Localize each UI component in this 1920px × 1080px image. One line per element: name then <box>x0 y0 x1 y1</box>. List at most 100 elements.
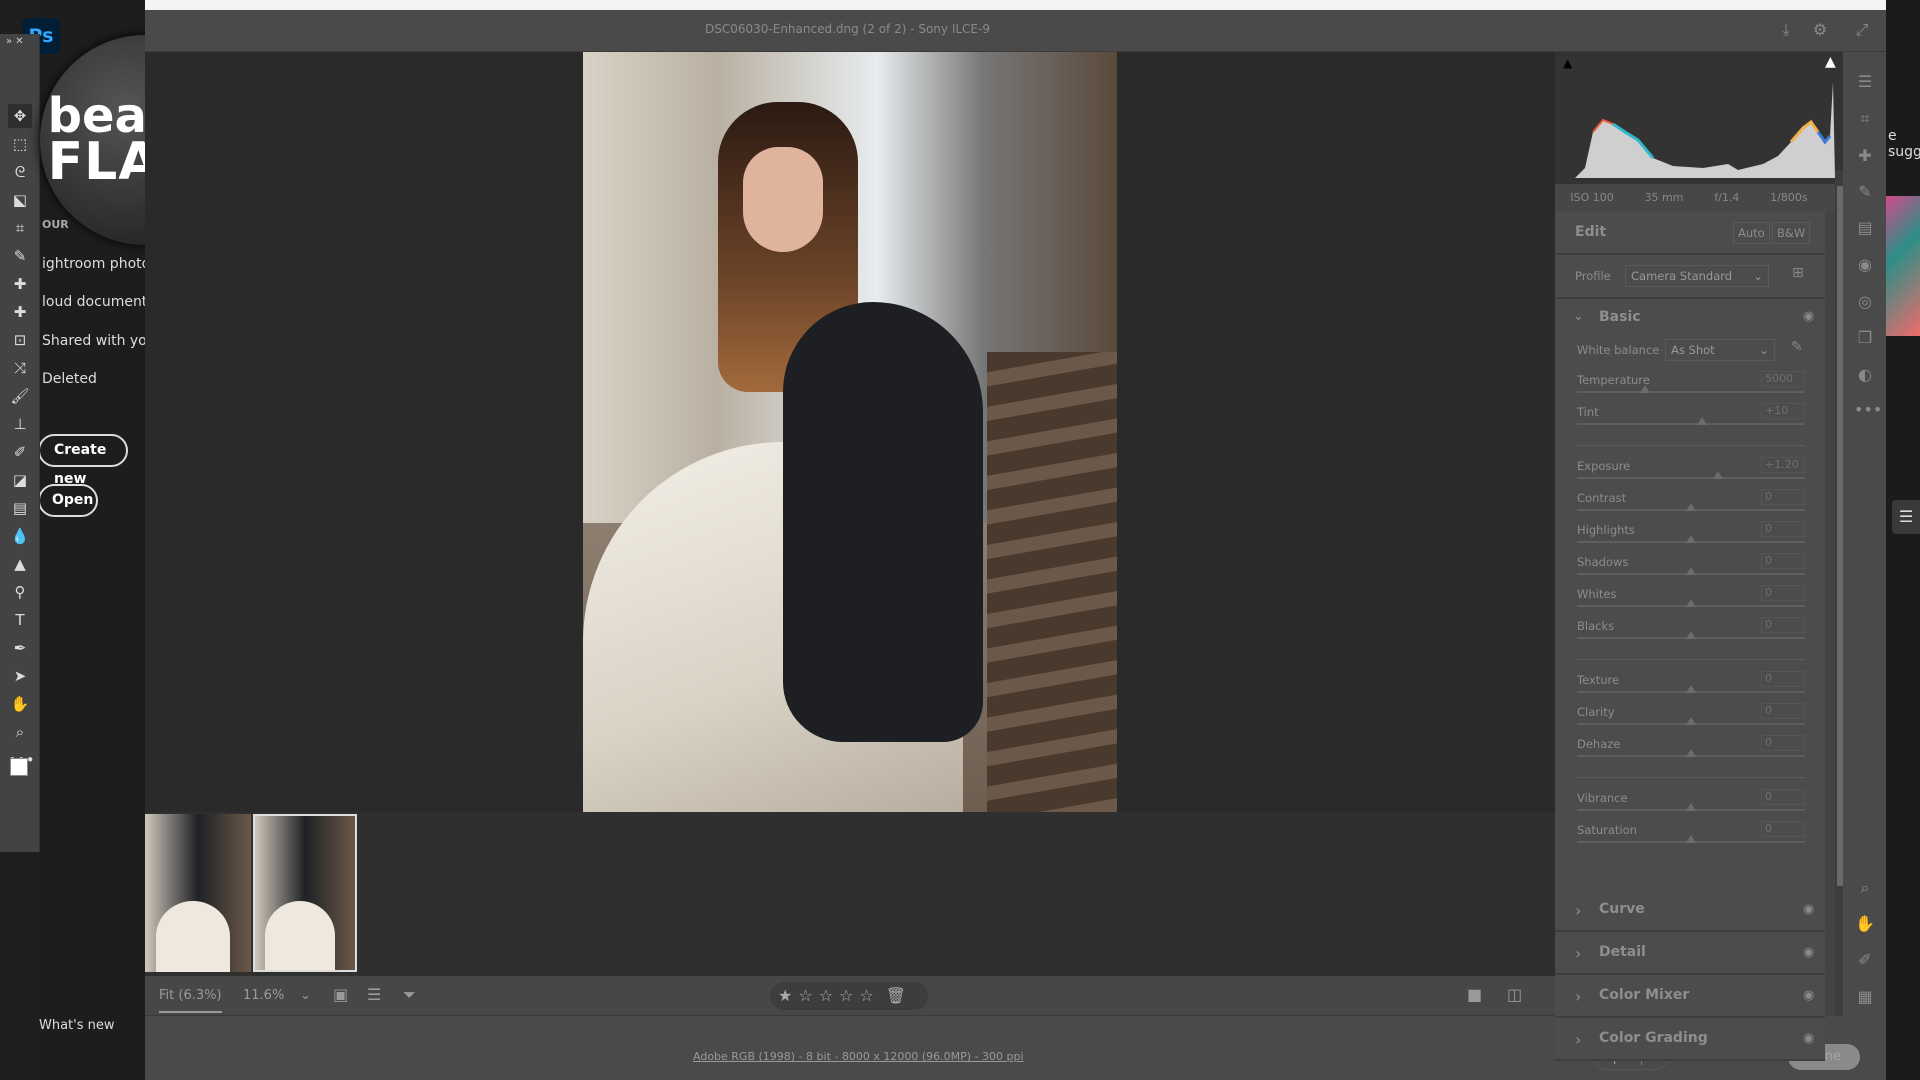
eye-icon[interactable]: ◉ <box>1803 309 1814 324</box>
slider-value-input[interactable]: +10 <box>1761 403 1805 419</box>
more-icon[interactable]: ••• <box>1854 400 1882 422</box>
blur-icon[interactable]: 💧 <box>8 524 32 548</box>
nav-lightroom-photos[interactable]: ightroom photos <box>42 256 157 272</box>
filter-icon[interactable]: ⏷ <box>403 985 416 1005</box>
chevron-down-icon[interactable]: ⌄ <box>1573 309 1584 324</box>
slider-value-input[interactable]: 0 <box>1761 585 1805 601</box>
section-title[interactable]: Color Grading <box>1599 1030 1708 1046</box>
zoom-icon[interactable]: ⌕ <box>1854 878 1876 900</box>
slider-value-input[interactable]: 5000 <box>1761 371 1805 387</box>
object-select-icon[interactable]: ⬕ <box>8 188 32 212</box>
zoom-level[interactable]: 11.6% <box>243 988 284 1003</box>
slider-value-input[interactable]: 0 <box>1761 553 1805 569</box>
lasso-icon[interactable]: ᘓ <box>8 160 32 184</box>
slider-value-input[interactable]: 0 <box>1761 703 1805 719</box>
hand-icon[interactable]: ✋ <box>8 692 32 716</box>
slider-thumb[interactable] <box>1686 717 1696 725</box>
eye-icon[interactable]: ◉ <box>1803 902 1814 917</box>
rating-star-icon[interactable]: ☆ <box>859 986 873 1005</box>
eyedropper-icon[interactable]: ✎ <box>1791 339 1803 355</box>
open-button[interactable]: Open <box>38 484 98 517</box>
eyedropper-icon[interactable]: ✎ <box>8 244 32 268</box>
marquee-icon[interactable]: ⬚ <box>8 132 32 156</box>
dodge-icon[interactable]: ⚲ <box>8 580 32 604</box>
slider-value-input[interactable]: 0 <box>1761 789 1805 805</box>
slider-thumb[interactable] <box>1686 749 1696 757</box>
filmstrip-thumbnail[interactable] <box>145 814 251 972</box>
nav-cloud-documents[interactable]: loud documents <box>42 294 155 310</box>
brush-icon[interactable]: 🖌 <box>8 384 32 408</box>
eye-icon[interactable]: ◉ <box>1803 945 1814 960</box>
content-move-icon[interactable]: ⤨ <box>8 356 32 380</box>
nav-deleted[interactable]: Deleted <box>42 371 97 387</box>
create-new-button[interactable]: Create new <box>38 434 128 487</box>
color-sampler-icon[interactable]: ✐ <box>1854 950 1876 972</box>
slider-thumb[interactable] <box>1686 599 1696 607</box>
fit-zoom-button[interactable]: Fit (6.3%) <box>159 988 222 1013</box>
grid-icon[interactable]: ▦ <box>1854 987 1876 1009</box>
red-eye-icon[interactable]: ◎ <box>1854 292 1876 314</box>
section-color-mixer[interactable]: › Color Mixer ◉ <box>1555 975 1825 1018</box>
slider-thumb[interactable] <box>1713 471 1724 479</box>
filmstrip-thumbnail-selected[interactable] <box>253 814 357 972</box>
slider-thumb[interactable] <box>1640 385 1651 393</box>
basic-title[interactable]: Basic <box>1599 309 1641 325</box>
slider-thumb[interactable] <box>1686 503 1696 511</box>
sharpen-icon[interactable]: ▲ <box>8 552 32 576</box>
save-icon[interactable]: ⤓ <box>1775 20 1797 42</box>
bw-button[interactable]: B&W <box>1772 222 1811 244</box>
slider-thumb[interactable] <box>1686 631 1696 639</box>
healing-icon[interactable]: ✚ <box>1854 146 1876 168</box>
slider-thumb[interactable] <box>1686 567 1696 575</box>
chevron-down-icon[interactable]: ⌄ <box>300 988 311 1003</box>
crop-icon[interactable]: ⌗ <box>1854 109 1876 131</box>
rating-star-icon[interactable]: ☆ <box>798 986 812 1005</box>
eraser-icon[interactable]: ◪ <box>8 468 32 492</box>
chevron-right-icon[interactable]: › <box>1575 944 1581 963</box>
chevron-right-icon[interactable]: › <box>1575 1030 1581 1049</box>
workflow-options-link[interactable]: Adobe RGB (1998) - 8 bit - 8000 x 12000 … <box>693 1050 1024 1063</box>
single-view-icon[interactable]: ■ <box>1467 985 1482 1004</box>
hand-icon[interactable]: ✋ <box>1854 914 1876 936</box>
snapshots-icon[interactable]: ❐ <box>1854 328 1876 350</box>
slider-value-input[interactable]: 0 <box>1761 617 1805 633</box>
slider-thumb[interactable] <box>1686 685 1696 693</box>
sort-icon[interactable]: ☰ <box>367 985 381 1004</box>
section-title[interactable]: Detail <box>1599 944 1646 960</box>
slider-thumb[interactable] <box>1686 535 1696 543</box>
presets-icon[interactable]: ◐ <box>1854 365 1876 387</box>
section-color-grading[interactable]: › Color Grading ◉ <box>1555 1018 1825 1061</box>
collapse-icon[interactable]: » ✕ <box>6 36 24 47</box>
pen-icon[interactable]: ✒ <box>8 636 32 660</box>
slider-thumb[interactable] <box>1686 835 1696 843</box>
gear-icon[interactable]: ⚙ <box>1809 20 1831 42</box>
profile-select[interactable]: Camera Standard ⌄ <box>1625 265 1769 287</box>
section-detail[interactable]: › Detail ◉ <box>1555 932 1825 975</box>
profile-browser-icon[interactable]: ⊞ <box>1792 265 1804 281</box>
type-icon[interactable]: T <box>8 608 32 632</box>
slider-track[interactable] <box>1577 477 1805 479</box>
linear-gradient-icon[interactable]: ▤ <box>1854 218 1876 240</box>
image-canvas[interactable] <box>145 52 1555 812</box>
section-title[interactable]: Curve <box>1599 901 1645 917</box>
list-icon[interactable]: ☰ <box>1892 500 1920 534</box>
stamp-icon[interactable]: ⊥ <box>8 412 32 436</box>
filmstrip-toggle-icon[interactable]: ▣ <box>333 985 348 1004</box>
slider-value-input[interactable]: 0 <box>1761 821 1805 837</box>
whats-new-link[interactable]: What's new <box>39 1018 115 1033</box>
section-curve[interactable]: › Curve ◉ <box>1555 889 1825 932</box>
slider-thumb[interactable] <box>1686 803 1696 811</box>
slider-value-input[interactable]: 0 <box>1761 735 1805 751</box>
rating-control[interactable]: ★ ☆ ☆ ☆ ☆ 🗑 <box>770 982 928 1010</box>
auto-button[interactable]: Auto <box>1733 222 1770 244</box>
edit-sliders-icon[interactable]: ☰ <box>1854 72 1876 94</box>
history-brush-icon[interactable]: ✐ <box>8 440 32 464</box>
spot-heal-icon[interactable]: ✚ <box>8 272 32 296</box>
white-balance-select[interactable]: As Shot ⌄ <box>1665 339 1775 361</box>
crop-icon[interactable]: ⌗ <box>8 216 32 240</box>
trash-icon[interactable]: 🗑 <box>886 986 906 1005</box>
shadow-clipping-icon[interactable]: ▲ <box>1563 56 1572 70</box>
slider-value-input[interactable]: 0 <box>1761 489 1805 505</box>
gradient-icon[interactable]: ▤ <box>8 496 32 520</box>
eye-icon[interactable]: ◉ <box>1803 988 1814 1003</box>
